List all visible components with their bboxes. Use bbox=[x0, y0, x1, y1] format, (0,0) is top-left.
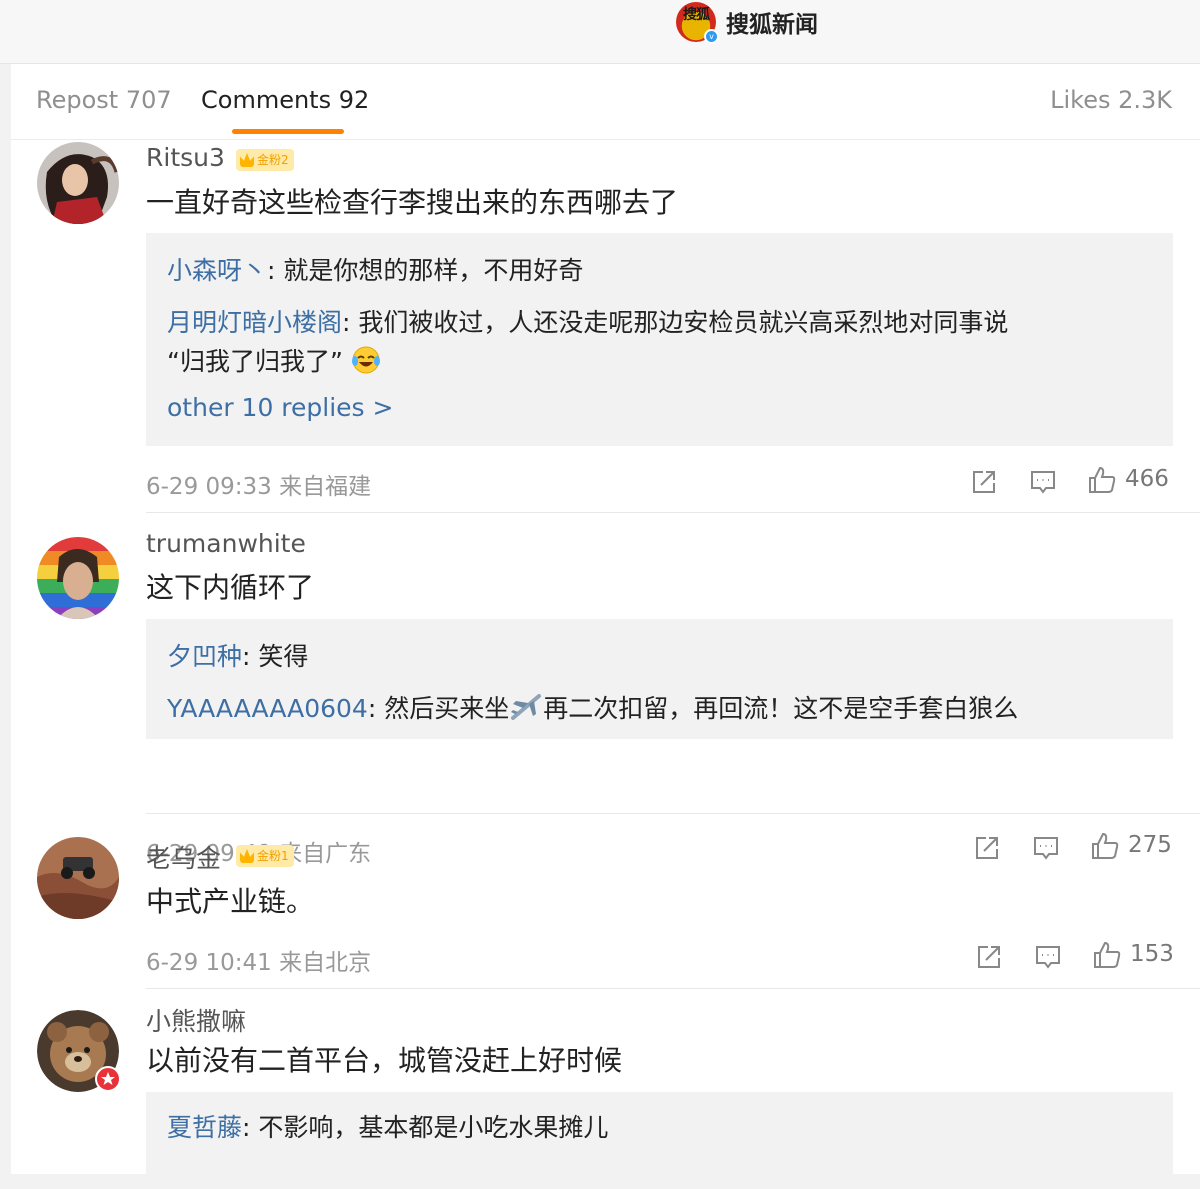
fan-badge: 金粉1 bbox=[236, 845, 294, 867]
reply-text: : 我们被收过，人还没走呢那边安检员就兴高采烈地对同事说 bbox=[342, 308, 1009, 337]
tab-likes[interactable]: Likes 2.3K bbox=[1050, 86, 1172, 114]
top-bar: 搜狐 v 搜狐新闻 bbox=[0, 0, 1200, 64]
fan-badge: 金粉2 bbox=[236, 149, 294, 171]
reply-text: 再二次扣留，再回流！这不是空手套白狼么 bbox=[543, 694, 1019, 723]
avatar[interactable] bbox=[37, 142, 119, 224]
tab-repost[interactable]: Repost 707 bbox=[36, 86, 172, 114]
comment-meta: 6-29 10:41 来自北京 bbox=[146, 950, 372, 976]
like-icon[interactable] bbox=[1087, 465, 1117, 495]
brand-name[interactable]: 搜狐新闻 bbox=[726, 5, 818, 39]
comment-icon[interactable] bbox=[1033, 942, 1063, 972]
share-icon[interactable] bbox=[974, 942, 1004, 972]
airplane-emoji bbox=[509, 692, 543, 728]
like-count: 153 bbox=[1130, 941, 1174, 967]
reply-username[interactable]: 小森呀丶 bbox=[167, 256, 267, 285]
divider bbox=[146, 813, 1200, 814]
fan-badge-label: 金粉2 bbox=[257, 153, 289, 167]
verified-icon: v bbox=[704, 29, 719, 44]
reply-username[interactable]: YAAAAAAA0604 bbox=[167, 694, 368, 723]
reply-box: 夏哲藤: 不影响，基本都是小吃水果摊儿 bbox=[146, 1092, 1173, 1174]
reply-item-continued: “归我了归我了” bbox=[167, 342, 381, 381]
comment-item: 小熊撒嘛 以前没有二首平台，城管没赶上好时候 夏哲藤: 不影响，基本都是小吃水果… bbox=[11, 1007, 1200, 1174]
laughing-crying-emoji bbox=[351, 345, 381, 381]
comment-text: 一直好奇这些检查行李搜出来的东西哪去了 bbox=[146, 186, 679, 219]
reply-username[interactable]: 夕凹种 bbox=[167, 642, 242, 671]
divider bbox=[146, 512, 1200, 513]
comment-text: 以前没有二首平台，城管没赶上好时候 bbox=[146, 1044, 623, 1077]
comment-item: 老乌金 金粉1 中式产业链。 6-29 10:41 来自北京 153 bbox=[11, 837, 1200, 987]
username[interactable]: trumanwhite bbox=[146, 529, 306, 558]
reply-box: 小森呀丶: 就是你想的那样，不用好奇 月明灯暗小楼阁: 我们被收过，人还没走呢那… bbox=[146, 233, 1173, 446]
tab-bar: Repost 707 Comments 92 Likes 2.3K bbox=[11, 64, 1200, 140]
username[interactable]: 小熊撒嘛 bbox=[146, 1002, 246, 1038]
share-icon[interactable] bbox=[969, 467, 999, 497]
reply-item: 夕凹种: 笑得 bbox=[167, 637, 308, 673]
username[interactable]: Ritsu3 bbox=[146, 143, 225, 172]
avatar[interactable] bbox=[37, 1010, 121, 1092]
username[interactable]: 老乌金 bbox=[146, 839, 221, 875]
comment-text: 中式产业链。 bbox=[146, 885, 315, 918]
comments-panel: Repost 707 Comments 92 Likes 2.3K Ritsu3… bbox=[11, 64, 1200, 1174]
reply-text: : 不影响，基本都是小吃水果摊儿 bbox=[242, 1113, 609, 1142]
reply-item: 夏哲藤: 不影响，基本都是小吃水果摊儿 bbox=[167, 1108, 608, 1144]
divider bbox=[146, 988, 1200, 989]
reply-item: YAAAAAAA0604: 然后买来坐 再二次扣留，再回流！这不是空手套白狼么 bbox=[167, 689, 1018, 728]
member-badge-icon bbox=[95, 1066, 121, 1092]
reply-username[interactable]: 月明灯暗小楼阁 bbox=[167, 308, 342, 337]
crown-icon bbox=[240, 153, 254, 167]
comment-item: trumanwhite 这下内循环了 夕凹种: 笑得 YAAAAAAA0604:… bbox=[11, 529, 1200, 867]
reply-item: 月明灯暗小楼阁: 我们被收过，人还没走呢那边安检员就兴高采烈地对同事说 bbox=[167, 303, 1008, 339]
more-replies-link[interactable]: other 10 replies > bbox=[167, 393, 393, 422]
reply-text: : 笑得 bbox=[242, 642, 309, 671]
tab-comments[interactable]: Comments 92 bbox=[201, 86, 369, 114]
avatar[interactable] bbox=[37, 837, 119, 919]
crown-icon bbox=[240, 849, 254, 863]
brand-logo: 搜狐 v bbox=[676, 2, 719, 44]
reply-item: 小森呀丶: 就是你想的那样，不用好奇 bbox=[167, 251, 583, 287]
like-count: 466 bbox=[1125, 466, 1169, 492]
bottom-strip bbox=[0, 1174, 1200, 1189]
active-tab-indicator bbox=[232, 129, 344, 134]
brand-logo-text: 搜狐 bbox=[683, 7, 710, 23]
reply-username[interactable]: 夏哲藤 bbox=[167, 1113, 242, 1142]
reply-text: : 就是你想的那样，不用好奇 bbox=[267, 256, 584, 285]
reply-text: : 然后买来坐 bbox=[367, 694, 510, 723]
avatar[interactable] bbox=[37, 537, 119, 619]
comment-icon[interactable] bbox=[1028, 467, 1058, 497]
comment-text: 这下内循环了 bbox=[146, 571, 315, 604]
brand[interactable]: 搜狐 v 搜狐新闻 bbox=[676, 2, 818, 44]
reply-box: 夕凹种: 笑得 YAAAAAAA0604: 然后买来坐 再二次扣留，再回流！这不… bbox=[146, 619, 1173, 739]
like-icon[interactable] bbox=[1092, 940, 1122, 970]
fan-badge-label: 金粉1 bbox=[257, 849, 289, 863]
reply-text-continued: “归我了归我了” bbox=[167, 347, 343, 376]
comment-meta: 6-29 09:33 来自福建 bbox=[146, 474, 372, 500]
comment-item: Ritsu3 金粉2 一直好奇这些检查行李搜出来的东西哪去了 小森呀丶: 就是你… bbox=[11, 140, 1200, 513]
